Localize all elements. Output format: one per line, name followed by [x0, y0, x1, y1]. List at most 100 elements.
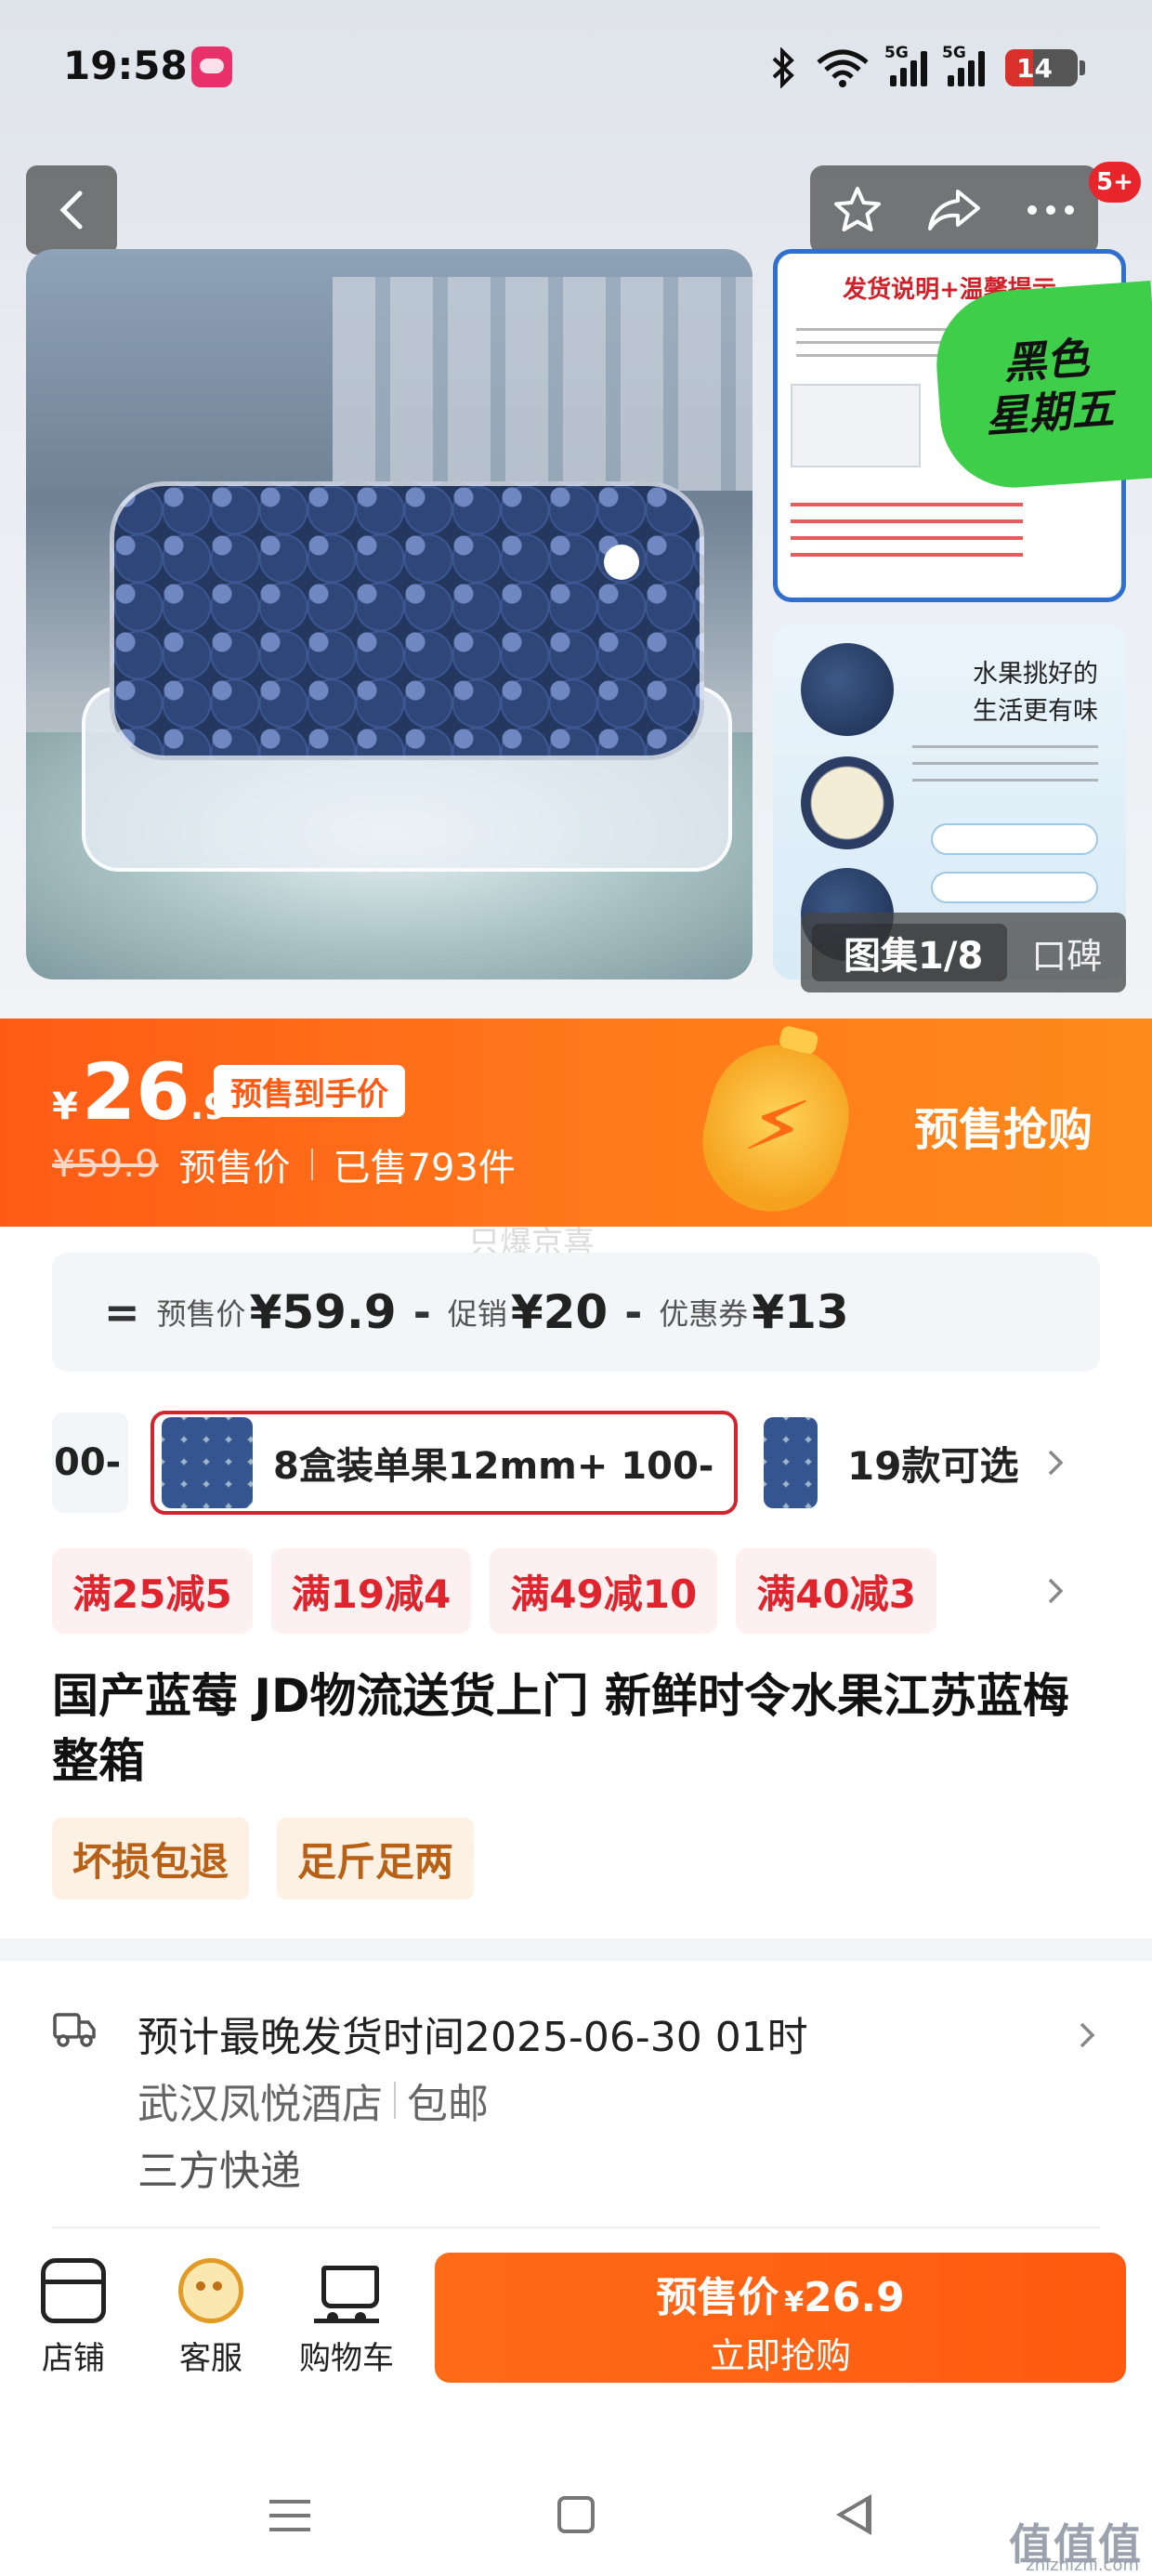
star-icon[interactable] [831, 184, 884, 236]
promo-label: 促销 [447, 1296, 507, 1332]
cart-button[interactable]: 购物车 [286, 2258, 407, 2378]
app-icon [191, 46, 232, 87]
caption-line: 水果挑好的 [973, 660, 1098, 689]
chevron-right-icon[interactable] [1078, 2020, 1096, 2050]
site-url: zhizhizhi.com [1026, 2556, 1139, 2575]
bottom-action-bar: 店铺 客服 购物车 预售价 ¥ 26.9 立即抢购 [0, 2240, 1152, 2407]
signal-icon: 5G [884, 44, 927, 86]
product-hero: 19:58 5G 5G 14 5+ 发货说明+温馨提示 黑色 星期五 水果挑好的… [0, 0, 1152, 1019]
presale-price: ¥ 26 .9 [52, 1046, 229, 1137]
buy-label: 预售价 [656, 2274, 779, 2321]
sku-label: 8盒装单果12mm+ 100- [273, 1445, 714, 1488]
coupon-value: ¥13 [752, 1285, 849, 1339]
signal-label: 5G [884, 44, 909, 62]
chevron-right-icon[interactable] [1046, 1576, 1065, 1606]
presale-grab-button[interactable]: 预售抢购 [914, 1093, 1093, 1158]
promo-value: ¥20 [510, 1285, 609, 1339]
sticker-line: 星期五 [984, 383, 1116, 442]
menu-icon[interactable] [269, 2500, 310, 2531]
sku-option-selected[interactable]: 8盒装单果12mm+ 100- [151, 1411, 738, 1515]
presale-value: ¥59.9 [249, 1285, 397, 1339]
carrier: 三方快递 [137, 2148, 301, 2195]
promotion-chip[interactable]: 满25减5 [52, 1548, 253, 1634]
main-product-image[interactable] [26, 249, 753, 979]
equals-sign: = [104, 1287, 140, 1337]
bluetooth-icon [772, 47, 794, 88]
presale-label: 预售价 [156, 1296, 246, 1332]
caption-line: 生活更有味 [973, 697, 1098, 726]
price-integer: 26 [81, 1046, 190, 1137]
price-tag: 预售到手价 [214, 1065, 405, 1117]
truck-icon [53, 2013, 96, 2047]
buy-price: 预售价 ¥ 26.9 [435, 2264, 1126, 2323]
image-indicator-dot [604, 545, 639, 580]
review-tab[interactable]: 口碑 [1007, 927, 1102, 979]
buy-price-value: 26.9 [804, 2274, 905, 2321]
sku-thumbnail [764, 1417, 818, 1508]
divider-line [52, 2227, 1100, 2228]
status-bar: 19:58 5G 5G 14 [0, 0, 1152, 139]
promotion-chip[interactable]: 满40减3 [736, 1548, 936, 1634]
section-divider [0, 1939, 1152, 1961]
original-price: ¥59.9 [52, 1143, 159, 1186]
gallery-bar: 图集1/8 口碑 [801, 913, 1126, 992]
system-nav-bar [0, 2453, 1152, 2565]
stopwatch-icon: ⚡ [687, 1030, 864, 1227]
presale-label: 预售价 [178, 1147, 291, 1189]
header-actions [810, 165, 1098, 255]
signal-label: 5G [942, 44, 966, 62]
chevron-left-icon [59, 191, 83, 230]
battery-level: 14 [1016, 52, 1053, 84]
service-tag[interactable]: 坏损包退 [52, 1818, 250, 1899]
sku-option[interactable]: 00- [52, 1413, 128, 1513]
promotion-row: 满25减5 满19减4 满49减10 满40减3 [52, 1548, 1100, 1634]
customer-service-icon [178, 2258, 243, 2323]
thumbnail-caption: 水果挑好的 生活更有味 [973, 656, 1098, 730]
sold-count: 已售793件 [333, 1147, 516, 1189]
buy-now-button[interactable]: 预售价 ¥ 26.9 立即抢购 [435, 2253, 1126, 2383]
service-tag[interactable]: 足斤足两 [277, 1818, 475, 1899]
sku-thumbnail [162, 1417, 253, 1508]
black-friday-sticker[interactable]: 黑色 星期五 [931, 281, 1152, 493]
promotion-chip[interactable]: 满49减10 [490, 1548, 718, 1634]
gallery-counter-tab[interactable]: 图集1/8 [812, 924, 1008, 981]
minus-sign: - [624, 1287, 643, 1337]
home-icon[interactable] [557, 2496, 595, 2533]
currency-symbol: ¥ [52, 1085, 78, 1128]
sku-more-label: 19款可选 [847, 1442, 1019, 1489]
wifi-icon [817, 49, 869, 87]
signal-icon: 5G [942, 44, 985, 86]
shop-button[interactable]: 店铺 [13, 2258, 134, 2378]
customer-service-button[interactable]: 客服 [151, 2258, 271, 2378]
price-breakdown[interactable]: = 预售价 ¥59.9 - 促销 ¥20 - 优惠券 ¥13 [52, 1253, 1100, 1372]
sticker-line: 黑色 [1001, 332, 1091, 389]
coupon-label: 优惠券 [659, 1296, 749, 1332]
status-icons: 5G 5G 14 [771, 44, 1085, 91]
chevron-right-icon[interactable] [1046, 1448, 1065, 1478]
promotion-chip[interactable]: 满19减4 [270, 1548, 472, 1634]
share-icon[interactable] [926, 186, 982, 234]
cart-icon [314, 2258, 379, 2323]
notification-badge: 5+ [1089, 162, 1141, 203]
shipping-time: 预计最晚发货时间2025-06-30 01时 [137, 2014, 808, 2061]
price-banner: ¥ 26 .9 预售到手价 ¥59.9 预售价 已售793件 ⚡ 预售抢购 [0, 1019, 1152, 1227]
sku-selector: 00- 8盒装单果12mm+ 100- 19款可选 [0, 1411, 1152, 1515]
origin-name: 武汉凤悦酒店 [137, 2081, 383, 2128]
shop-icon [41, 2258, 106, 2323]
shipping-origin: 武汉凤悦酒店 包邮 [137, 2070, 489, 2130]
buy-currency: ¥ [784, 2286, 805, 2319]
service-label: 客服 [179, 2340, 242, 2377]
free-shipping: 包邮 [407, 2081, 489, 2128]
service-tags: 坏损包退 足斤足两 [52, 1818, 475, 1899]
shipping-info[interactable]: 预计最晚发货时间2025-06-30 01时 武汉凤悦酒店 包邮 三方快递 [0, 1989, 1152, 2212]
price-subline: ¥59.9 预售价 已售793件 [52, 1137, 516, 1191]
back-triangle-icon[interactable] [836, 2494, 871, 2535]
minus-sign: - [412, 1287, 431, 1337]
cart-label: 购物车 [299, 2340, 394, 2377]
buy-sub-label: 立即抢购 [709, 2335, 851, 2376]
battery-icon: 14 [1005, 49, 1085, 86]
product-title: 国产蓝莓 JD物流送货上门 新鲜时令水果江苏蓝梅整箱 [52, 1669, 1069, 1788]
sku-more-button[interactable]: 19款可选 [764, 1411, 1018, 1515]
more-icon[interactable] [1025, 203, 1077, 217]
back-button[interactable] [26, 165, 117, 255]
